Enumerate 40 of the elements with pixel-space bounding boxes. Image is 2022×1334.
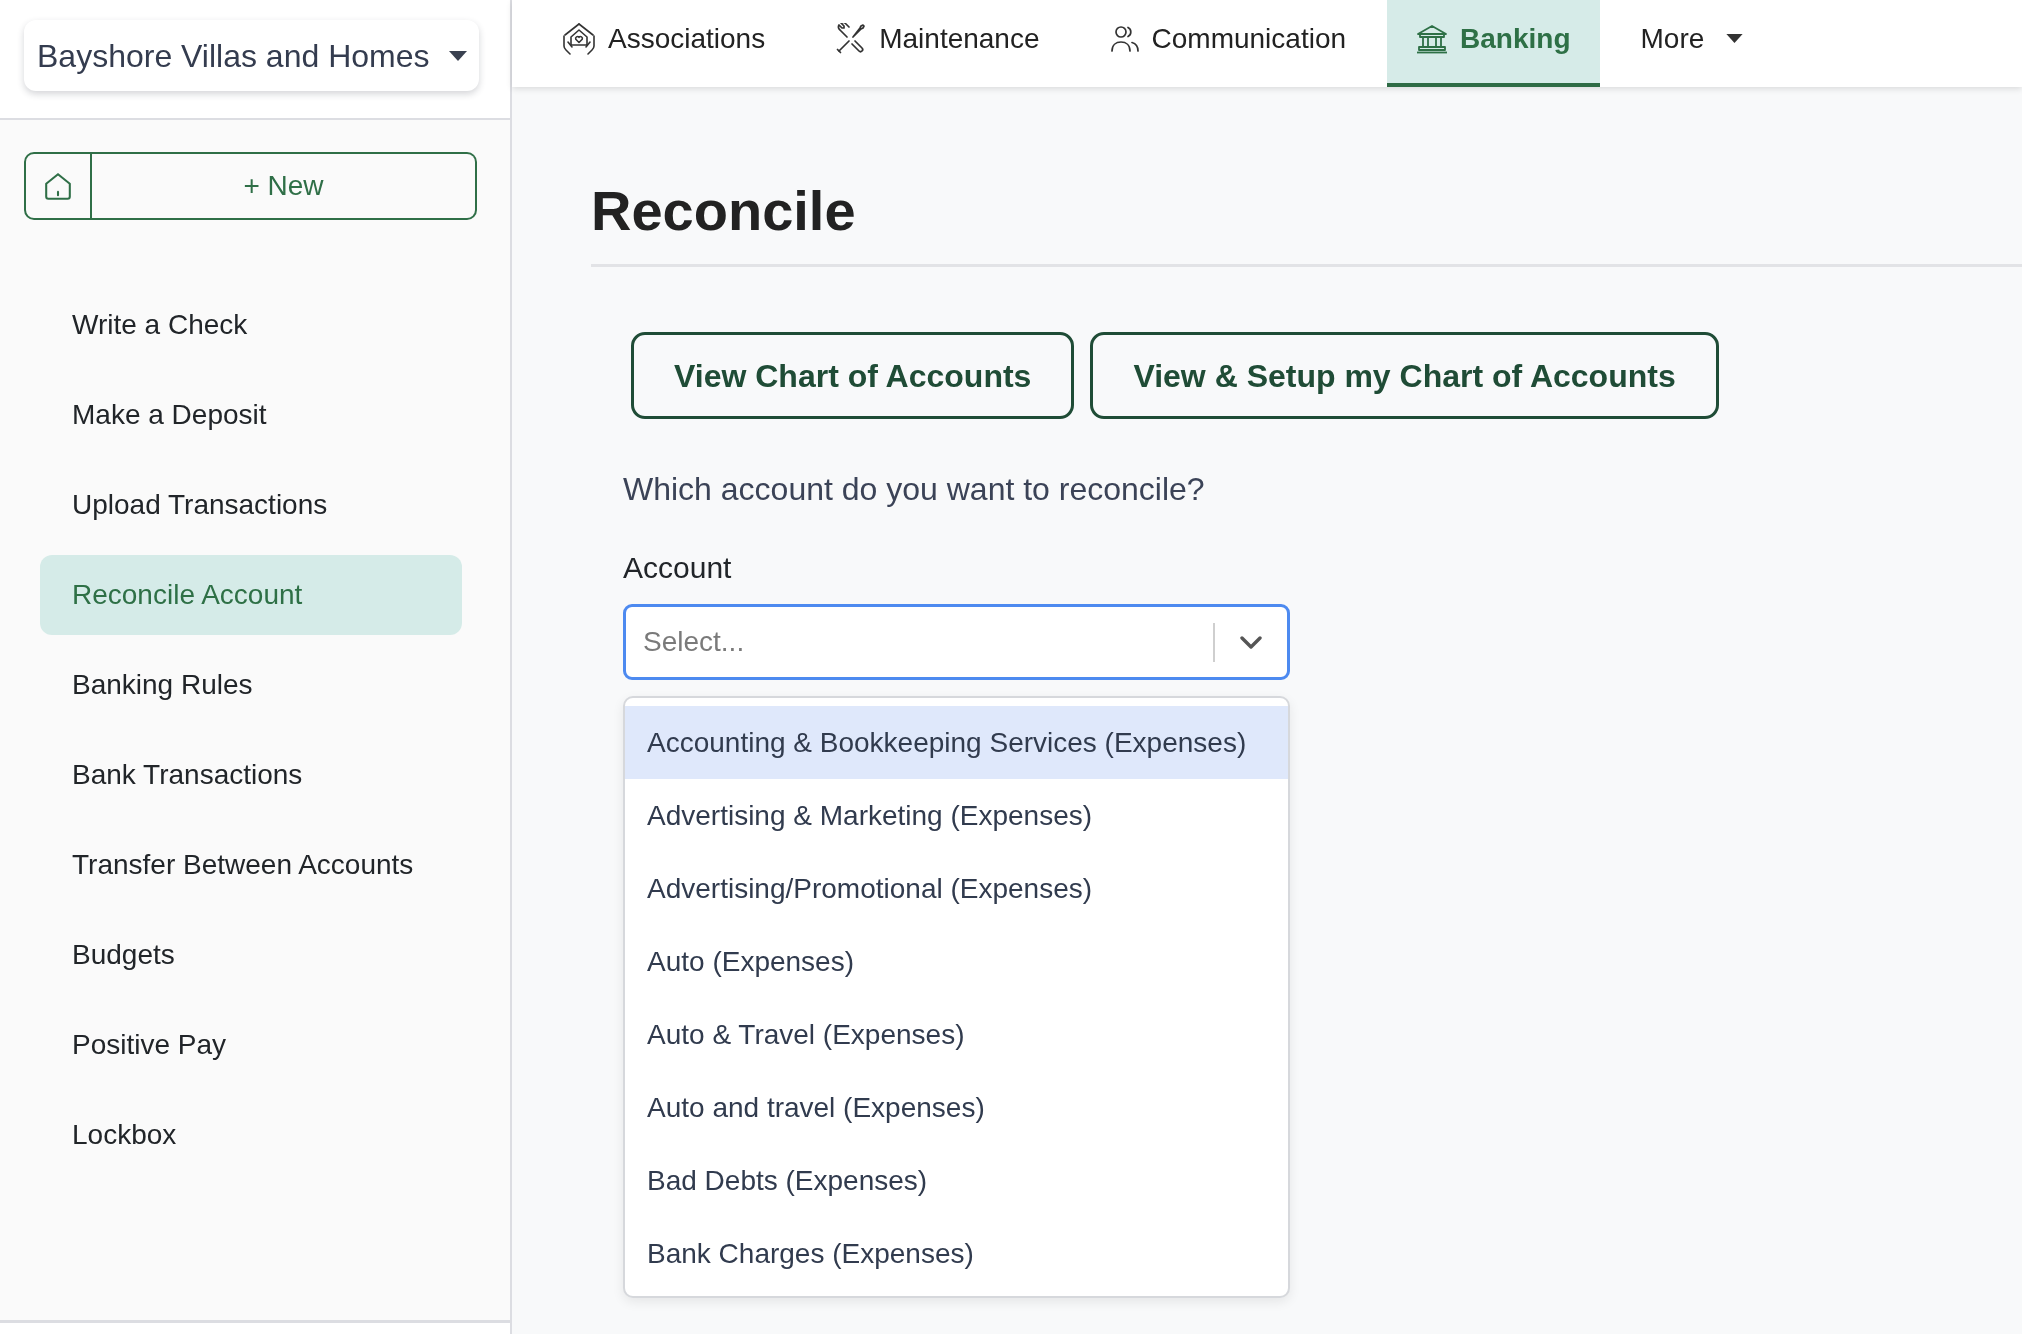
caret-icon [1726, 34, 1744, 43]
page-title: Reconcile [591, 178, 857, 244]
wrench-screwdriver-icon [835, 22, 868, 55]
chevron-down-icon [1240, 635, 1262, 649]
home-button[interactable] [24, 152, 92, 220]
bank-icon [1416, 23, 1449, 54]
sidebar-link[interactable]: Positive Pay [40, 1005, 462, 1085]
nav-tab[interactable]: Maintenance [806, 0, 1069, 87]
menu-option[interactable]: Auto (Expenses) [625, 925, 1288, 998]
sidebar-link[interactable]: Lockbox [40, 1095, 462, 1175]
sidebar-link[interactable]: Reconcile Account [40, 555, 462, 635]
property-switcher[interactable]: Bayshore Villas and Homes [24, 20, 479, 91]
nav-tab[interactable]: Banking [1387, 0, 1600, 87]
menu-option[interactable]: Advertising/Promotional (Expenses) [625, 852, 1288, 925]
prompt-text: Which account do you want to reconcile? [623, 470, 1206, 509]
menu-option[interactable]: Auto & Travel (Expenses) [625, 998, 1288, 1071]
field-label: Account [623, 550, 732, 586]
menu-option[interactable]: Bad Debts (Expenses) [625, 1144, 1288, 1217]
sidebar-link[interactable]: Bank Transactions [40, 735, 462, 815]
sidebar-link[interactable]: Banking Rules [40, 645, 462, 725]
house-heart-icon [562, 22, 596, 55]
account-select[interactable]: Select... [623, 604, 1290, 680]
view-chart-button[interactable]: View Chart of Accounts [631, 332, 1075, 419]
sidebar-link[interactable]: Write a Check [40, 285, 462, 365]
nav-tab[interactable]: Associations [533, 0, 795, 87]
sidebar-link[interactable]: Transfer Between Accounts [40, 825, 462, 905]
setup-chart-button[interactable]: View & Setup my Chart of Accounts [1090, 332, 1719, 419]
more-dropdown[interactable]: More [1611, 0, 1773, 87]
caret-icon [449, 50, 467, 61]
menu-option[interactable]: Advertising & Marketing (Expenses) [625, 779, 1288, 852]
new-button[interactable]: + New [92, 152, 477, 220]
house-icon [45, 172, 71, 200]
nav-tab[interactable]: Communication [1080, 0, 1376, 87]
people-icon [1109, 23, 1140, 54]
menu-option[interactable]: Auto and travel (Expenses) [625, 1071, 1288, 1144]
sidebar-link[interactable]: Budgets [40, 915, 462, 995]
sidebar-link[interactable]: Upload Transactions [40, 465, 462, 545]
menu-option[interactable]: Accounting & Bookkeeping Services (Expenses) [625, 706, 1288, 779]
menu-option[interactable]: Bank Charges (Expenses) [625, 1217, 1288, 1290]
sidebar-link[interactable]: Make a Deposit [40, 375, 462, 455]
